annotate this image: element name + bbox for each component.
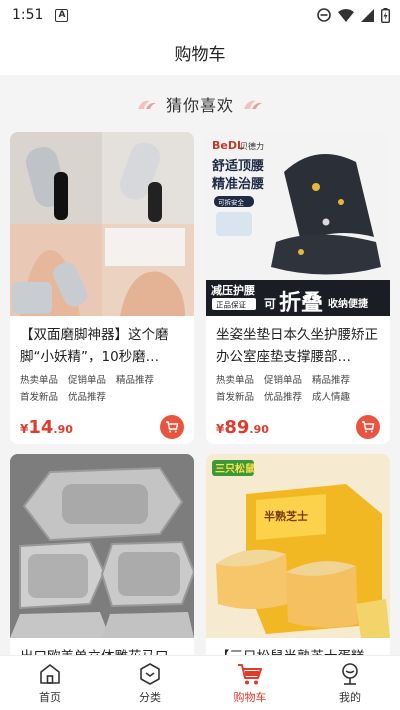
svg-text:半熟芝士: 半熟芝士 [264, 509, 308, 523]
svg-text:可: 可 [264, 297, 276, 311]
lumbar-cushion-image: BeDL 贝德力 舒适顶腰 精准治腰 可拆安全 减压护腰 正品保证 可 折叠 收… [206, 132, 390, 316]
metal-tray-image [10, 454, 194, 638]
status-icons [317, 7, 390, 23]
product-tags: 热卖单品 促销单品 精品推荐 首发新品 优品推荐 [20, 374, 170, 405]
svg-text:正品保证: 正品保证 [216, 301, 246, 310]
nav-label: 购物车 [233, 690, 267, 704]
foot-file-image [10, 132, 194, 316]
nav-label: 分类 [139, 690, 161, 704]
svg-text:三只松鼠: 三只松鼠 [215, 462, 255, 475]
product-card[interactable]: 出口欧美单立体雕花马口 [10, 454, 194, 660]
profile-icon [342, 662, 358, 685]
guess-you-like-header: 猜你喜欢 [0, 75, 400, 133]
svg-text:可拆安全: 可拆安全 [218, 198, 245, 207]
price-row: ¥14.90 [20, 415, 184, 439]
page-header: 购物车 [0, 30, 400, 75]
product-tags: 热卖单品 促销单品 精品推荐 首发新品 优品推荐 成人情趣 [216, 374, 376, 405]
status-time: 1:51 [12, 7, 44, 23]
svg-text:贝德力: 贝德力 [240, 141, 264, 151]
product-tag: 精品推荐 [312, 375, 351, 386]
price-row: ¥89.90 [216, 415, 380, 439]
leaf-decoration-icon [137, 100, 156, 109]
product-title: 【双面磨脚神器】这个磨脚“小妖精”，10秒磨… [20, 327, 169, 365]
product-tag: 热卖单品 [216, 375, 255, 386]
product-image[interactable] [10, 132, 194, 316]
product-tag: 优品推荐 [68, 392, 107, 403]
product-price: ¥89.90 [216, 416, 269, 438]
status-bar: 1:51 A [0, 0, 400, 30]
product-tag: 促销单品 [68, 375, 107, 386]
product-tag: 优品推荐 [264, 392, 303, 403]
svg-text:减压护腰: 减压护腰 [211, 283, 255, 297]
product-image[interactable] [10, 454, 194, 638]
product-tag: 首发新品 [20, 392, 59, 403]
product-tag: 成人情趣 [312, 392, 351, 403]
cheesecake-image: 三只松鼠 半熟芝士 [206, 454, 390, 638]
product-tag: 精品推荐 [116, 375, 155, 386]
cart-icon [238, 663, 262, 684]
cart-icon [362, 421, 375, 433]
product-card[interactable]: 三只松鼠 半熟芝士 【三只松鼠半熟芝士蛋糕 [206, 454, 390, 660]
nav-item-category[interactable]: 分类 [100, 656, 200, 710]
svg-text:舒适顶腰: 舒适顶腰 [212, 158, 264, 174]
add-to-cart-button[interactable] [160, 415, 184, 439]
product-image[interactable]: 三只松鼠 半熟芝士 [206, 454, 390, 638]
product-title: 坐姿坐垫日本久坐护腰矫正办公室座垫支撑腰部… [216, 327, 378, 365]
notification-icon: A [55, 8, 69, 22]
product-image[interactable]: BeDL 贝德力 舒适顶腰 精准治腰 可拆安全 减压护腰 正品保证 可 折叠 收… [206, 132, 390, 316]
content-area[interactable]: 猜你喜欢 【双面磨脚神器】这个磨脚“小妖精”，10秒磨… 热卖单品 促销单品 精… [0, 75, 400, 660]
product-card[interactable]: BeDL 贝德力 舒适顶腰 精准治腰 可拆安全 减压护腰 正品保证 可 折叠 收… [206, 132, 390, 444]
cart-icon [166, 421, 179, 433]
svg-text:精准治腰: 精准治腰 [212, 176, 264, 192]
home-icon [40, 663, 60, 684]
add-to-cart-button[interactable] [356, 415, 380, 439]
page-title: 购物车 [174, 45, 226, 65]
wifi-icon [338, 8, 354, 22]
nav-item-profile[interactable]: 我的 [300, 656, 400, 710]
svg-text:收纳便捷: 收纳便捷 [328, 297, 369, 310]
category-icon [140, 662, 160, 685]
nav-label: 首页 [39, 690, 61, 704]
bottom-nav: 首页 分类 购物车 我的 [0, 655, 400, 710]
nav-item-home[interactable]: 首页 [0, 656, 100, 710]
product-tag: 首发新品 [216, 392, 255, 403]
leaf-decoration-icon [244, 100, 262, 109]
product-tag: 热卖单品 [20, 375, 59, 386]
dnd-icon [317, 8, 331, 22]
nav-item-cart[interactable]: 购物车 [200, 656, 300, 710]
nav-label: 我的 [339, 690, 361, 704]
svg-text:折叠: 折叠 [279, 291, 323, 316]
product-card[interactable]: 【双面磨脚神器】这个磨脚“小妖精”，10秒磨… 热卖单品 促销单品 精品推荐 首… [10, 132, 194, 444]
product-price: ¥14.90 [20, 416, 73, 438]
product-tag: 促销单品 [264, 375, 303, 386]
guess-you-like-title: 猜你喜欢 [165, 96, 234, 115]
battery-icon [381, 7, 390, 23]
signal-icon [361, 8, 374, 22]
